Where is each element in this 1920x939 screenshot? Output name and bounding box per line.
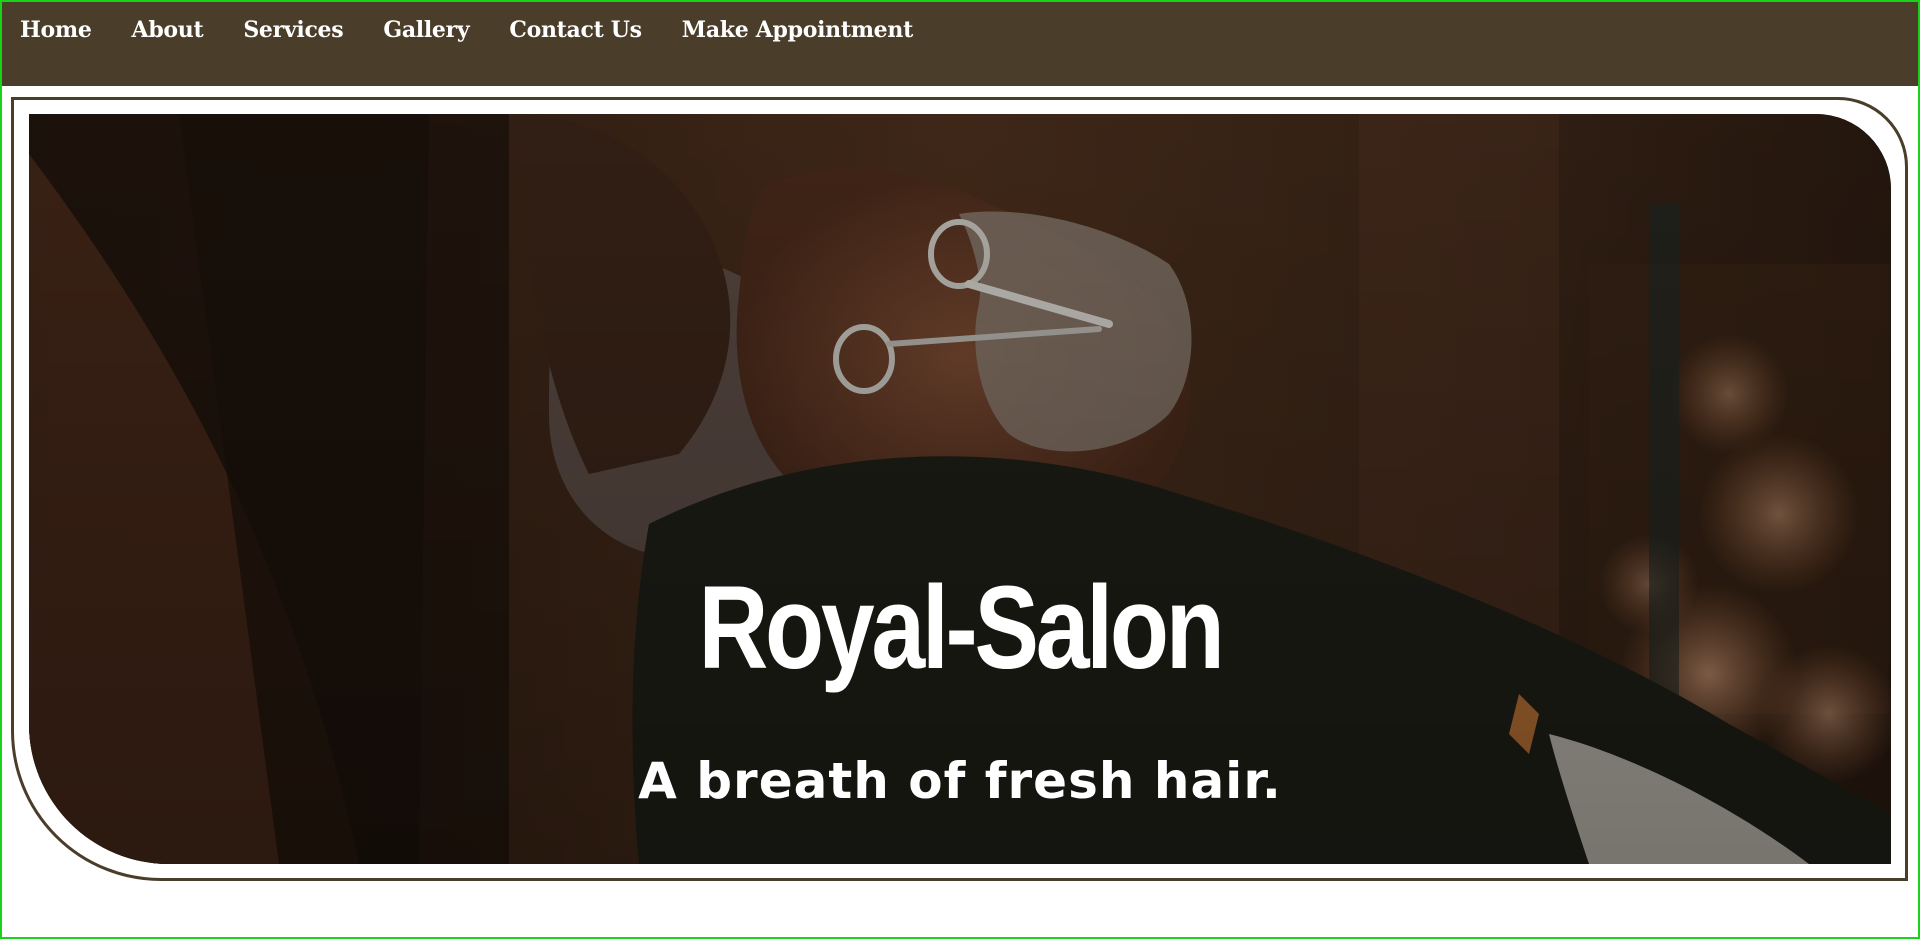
hero-banner: Royal-Salon A breath of fresh hair. xyxy=(29,114,1891,864)
nav-link-home[interactable]: Home xyxy=(20,17,92,43)
nav-link-make-appointment[interactable]: Make Appointment xyxy=(682,17,913,43)
top-navbar: Home About Services Gallery Contact Us M… xyxy=(0,0,1920,86)
nav-list: Home About Services Gallery Contact Us M… xyxy=(0,0,1920,60)
nav-link-services[interactable]: Services xyxy=(243,17,343,43)
nav-link-about[interactable]: About xyxy=(132,17,204,43)
nav-link-gallery[interactable]: Gallery xyxy=(383,17,469,43)
hero-title: Royal-Salon xyxy=(698,562,1224,694)
hero-subtitle: A breath of fresh hair. xyxy=(638,752,1282,810)
nav-link-contact-us[interactable]: Contact Us xyxy=(509,17,642,43)
